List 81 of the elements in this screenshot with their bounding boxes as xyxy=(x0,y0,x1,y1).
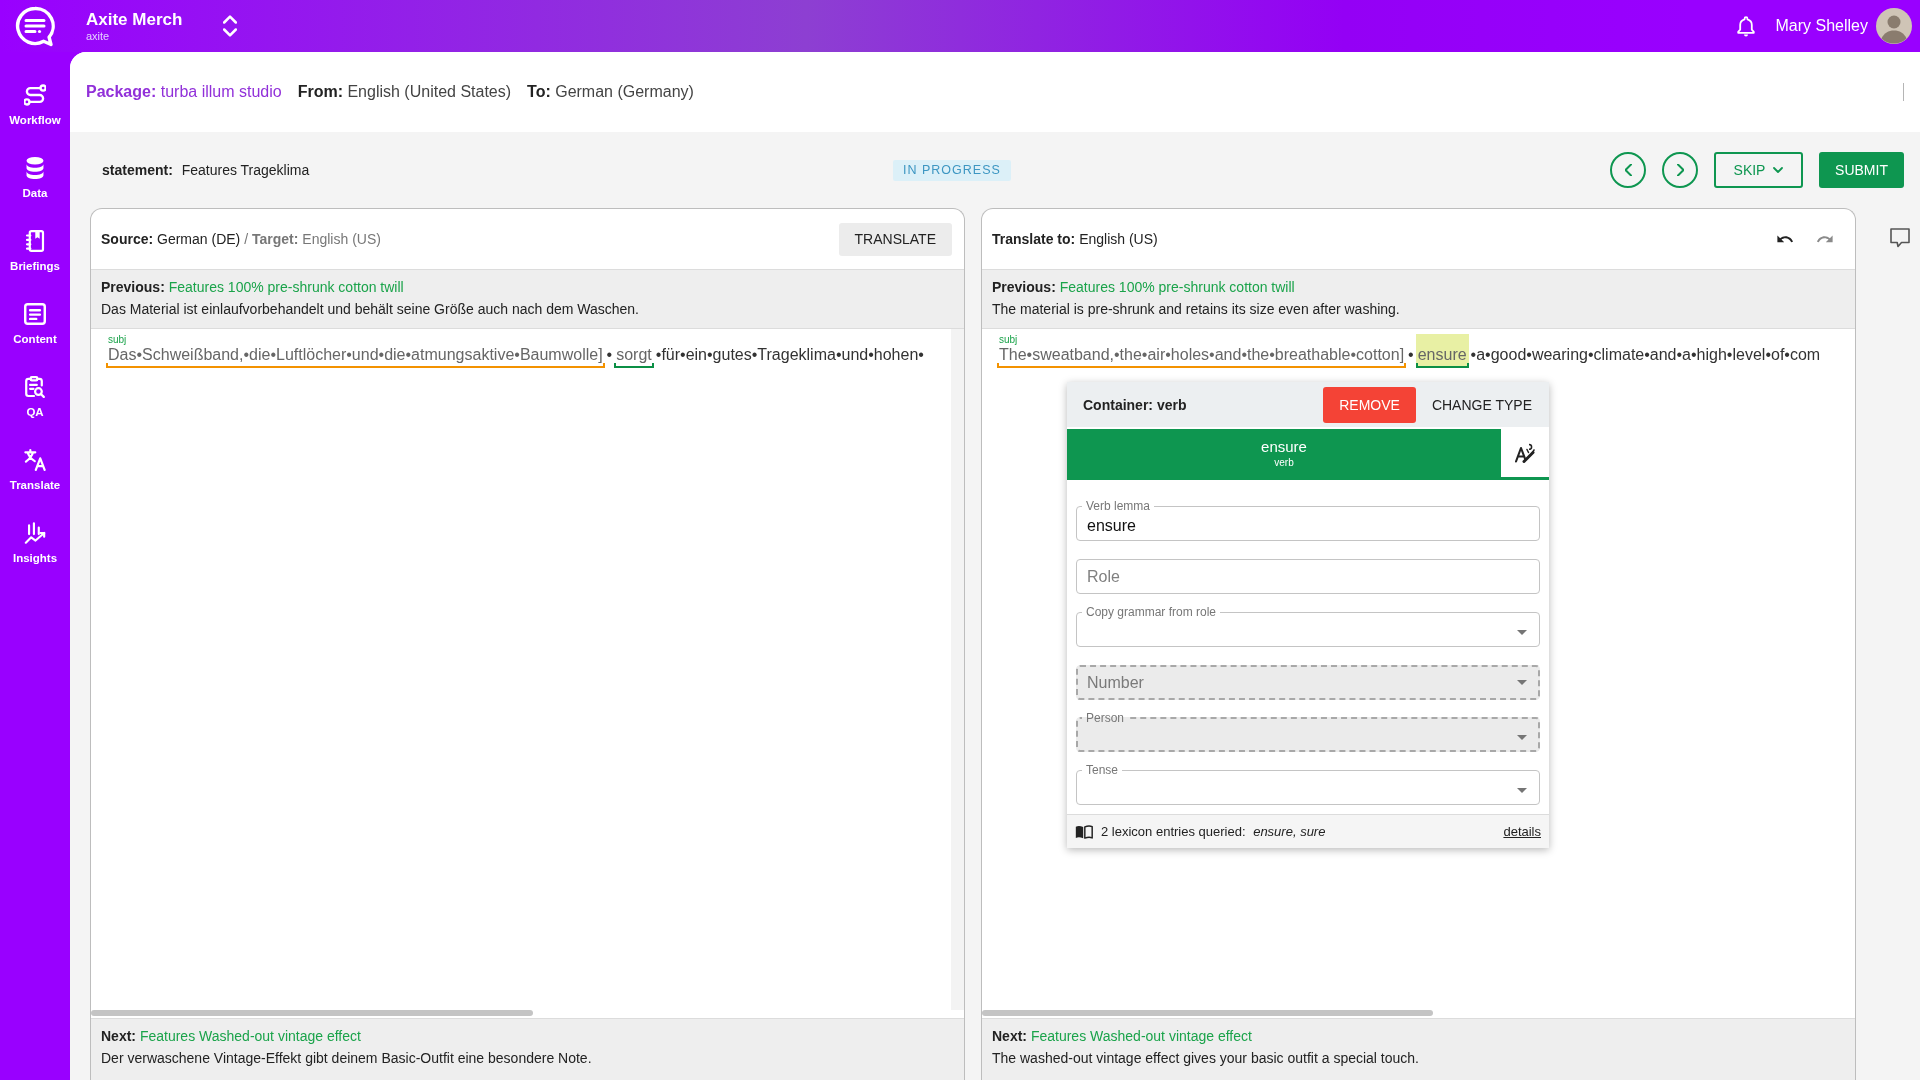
segment-text: The washed-out vintage effect gives your basic outfit a special touch. xyxy=(992,1049,1420,1068)
sentence-text: • xyxy=(606,345,613,365)
project-title: Axite Merch xyxy=(86,10,183,30)
remove-button[interactable]: REMOVE xyxy=(1323,386,1416,423)
letter-wand-icon xyxy=(1515,443,1535,463)
segment-text: Der verwaschene Vintage-Effekt gibt deinem Basic-Outfit eine besondere Note. xyxy=(101,1049,593,1068)
word-text: ensure xyxy=(1261,436,1307,456)
target-language: To: German (Germany) xyxy=(527,83,694,101)
chevron-down-icon xyxy=(1773,167,1784,173)
sidebar-nav-item[interactable]: Briefings xyxy=(10,230,60,273)
sentence-text: •a•good•wearing•climate•and•a•high•level•of•com xyxy=(1470,345,1821,365)
token-container[interactable]: subj The•sweatband,•the•air•holes•and•the•breathable•cotton] xyxy=(997,334,1407,368)
dropdown-caret-icon[interactable] xyxy=(1517,629,1527,635)
scrollbar-thumb[interactable] xyxy=(91,1010,533,1016)
bell-icon[interactable] xyxy=(1736,15,1755,37)
word-type: verb xyxy=(1274,455,1294,470)
statement-title: statement: Features Trageklima xyxy=(102,162,310,178)
chevron-right-icon xyxy=(1676,164,1684,176)
workflow-icon xyxy=(24,84,46,106)
chart-trend-icon xyxy=(24,522,46,544)
status-badge: IN PROGRESS xyxy=(893,159,1011,181)
token-container[interactable]: subj Das•Schweißband,•die•Luftlöcher•und•die•atmungsaktive•Baumwolle] xyxy=(106,334,605,368)
select-field[interactable]: Copy grammar from role xyxy=(1076,606,1540,647)
source-language: From: English (United States) xyxy=(297,83,512,101)
segment-title: Previous: Features 100% pre-shrunk cotton twill xyxy=(992,278,1296,297)
token-container[interactable]: sorgt xyxy=(614,334,654,368)
sidebar-nav-item[interactable]: Insights xyxy=(12,522,58,565)
target-language-label: / Target: English (US) xyxy=(244,231,381,247)
skip-button[interactable]: SKIP xyxy=(1714,152,1803,188)
segment-text: The material is pre-shrunk and retains its size even after washing. xyxy=(992,300,1401,319)
text-field[interactable]: Verb lemma ensure xyxy=(1076,500,1540,541)
next-button[interactable] xyxy=(1662,152,1698,188)
logo-icon xyxy=(14,5,56,47)
select-field[interactable]: Tense xyxy=(1076,764,1540,805)
scrollbar-thumb[interactable] xyxy=(982,1010,1433,1016)
lexicon-summary: 2 lexicon entries queried: ensure, sure xyxy=(1101,824,1326,839)
sentence-text: • xyxy=(1408,345,1414,365)
package-name: Package: turba illum studio xyxy=(86,83,282,101)
field-label: Verb lemma xyxy=(1085,500,1152,512)
editor-title: Container: verb xyxy=(1083,396,1188,413)
field-label: Copy grammar from role xyxy=(1085,606,1218,618)
avatar-icon[interactable] xyxy=(1876,8,1912,44)
sentence-text: •für•ein•gutes•Trageklima•und•hohen• xyxy=(655,345,924,365)
sidebar-nav-item[interactable]: Workflow xyxy=(9,84,61,127)
container-label: subj xyxy=(999,334,1018,345)
text-input[interactable]: ensure xyxy=(1087,517,1531,535)
project-subtitle: axite xyxy=(86,30,110,42)
field-label: Person xyxy=(1085,712,1126,724)
text-field[interactable]: Role xyxy=(1076,559,1540,594)
segment-title: Next: Features Washed-out vintage effect xyxy=(101,1027,362,1046)
chevron-up-down-icon[interactable] xyxy=(223,14,237,38)
sidebar-nav-item[interactable]: Translate xyxy=(9,449,61,492)
field-label: Tense xyxy=(1085,764,1120,776)
chevron-left-icon xyxy=(1624,164,1632,176)
details-link[interactable]: details xyxy=(1503,824,1541,839)
previous-button[interactable] xyxy=(1610,152,1646,188)
text-input[interactable]: Role xyxy=(1087,567,1531,586)
document-icon xyxy=(24,303,46,325)
sidebar-nav-item[interactable]: Content xyxy=(13,303,57,346)
translate-button[interactable]: TRANSLATE xyxy=(838,222,952,256)
vertical-scrollbar-track[interactable] xyxy=(951,329,964,1010)
sidebar-nav-item[interactable]: QA xyxy=(24,376,46,419)
target-language-label: Translate to: English (US) xyxy=(992,231,1158,247)
segment-text: Das Material ist einlaufvorbehandelt und behält seine Größe auch nach dem Waschen. xyxy=(101,300,640,319)
book-icon xyxy=(1075,824,1093,839)
sidebar-nav-item[interactable]: Data xyxy=(22,157,48,200)
token-container[interactable]: ensure xyxy=(1415,334,1469,368)
container-label: subj xyxy=(108,334,127,345)
comment-icon[interactable] xyxy=(1890,228,1910,248)
segment-title: Next: Features Washed-out vintage effect xyxy=(992,1027,1253,1046)
submit-button[interactable]: SUBMIT xyxy=(1819,152,1904,188)
change-type-button[interactable]: CHANGE TYPE xyxy=(1415,386,1541,423)
undo-icon[interactable] xyxy=(1777,234,1793,244)
user-name: Mary Shelley xyxy=(1775,17,1868,35)
translate-icon xyxy=(24,449,46,471)
notebook-icon xyxy=(24,230,46,252)
database-icon xyxy=(24,157,46,179)
segment-title: Previous: Features 100% pre-shrunk cotton twill xyxy=(101,278,405,297)
clipboard-search-icon xyxy=(24,376,46,398)
dropdown-caret-icon[interactable] xyxy=(1517,787,1527,793)
source-language-label: Source: German (DE) xyxy=(101,231,241,247)
